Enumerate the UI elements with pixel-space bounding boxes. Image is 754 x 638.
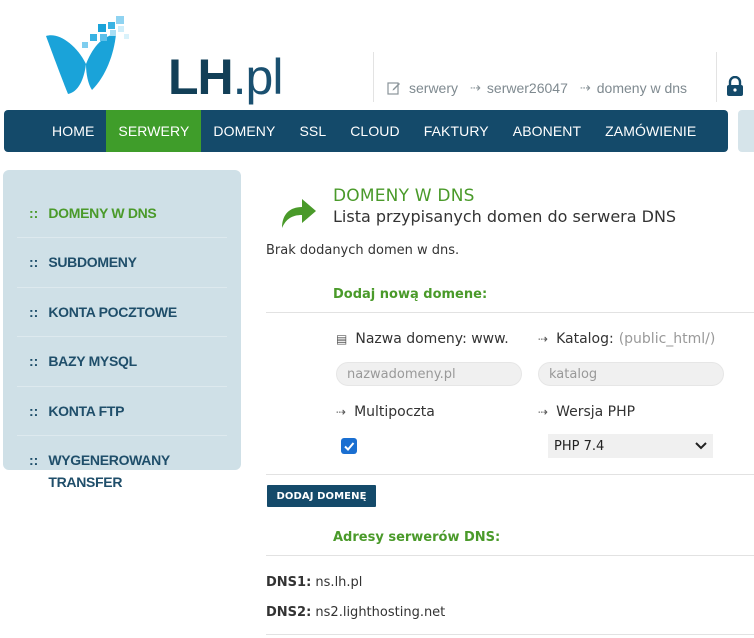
add-domain-button[interactable]: DODAJ DOMENĘ [267,485,376,507]
bullet-icon: :: [29,451,39,468]
nav-item-ssl[interactable]: SSL [287,110,338,152]
nav-item-subscriber[interactable]: ABONENT [501,110,593,152]
header-divider [716,52,717,102]
bullet-icon: :: [29,254,39,271]
bullet-icon: :: [29,402,39,419]
directory-hint: (public_html/) [618,331,716,347]
sidebar-item-ftp-accounts[interactable]: :: KONTA FTP [17,387,227,436]
dns-row-2: DNS2: ns2.lighthosting.net [266,605,445,620]
directory-label-text: Katalog: [556,331,614,347]
dns-key: DNS1: [266,575,312,590]
divider [266,474,754,475]
sidebar-item-dns-domains[interactable]: :: DOMENY W DNS [17,190,227,239]
nav-item-servers[interactable]: SERWERY [106,110,202,152]
domain-name-input[interactable] [336,362,522,386]
sidebar-item-label: KONTA POCZTOWE [48,303,177,320]
sidebar-item-subdomains[interactable]: :: SUBDOMENY [17,238,227,288]
breadcrumb-label: serwer26047 [486,80,568,96]
logo-wordmark: LH.pl [168,49,284,105]
sidebar-item-mail-accounts[interactable]: :: KONTA POCZTOWE [17,288,227,338]
divider [266,634,754,635]
php-version-label: ⇢ Wersja PHP [538,404,635,420]
breadcrumb: serwery ⇢ serwer26047 ⇢ domeny w dns [387,80,687,96]
add-domain-heading: Dodaj nową domene: [333,287,488,302]
multimail-label: ⇢ Multipoczta [336,404,435,420]
arrow-right-icon: ⇢ [336,405,347,419]
directory-input[interactable] [538,362,724,386]
directory-label: ⇢ Katalog: (public_html/) [538,331,715,347]
breadcrumb-label: serwery [409,80,459,96]
sidebar-item-label: KONTA FTP [48,402,125,419]
multimail-label-text: Multipoczta [354,404,435,420]
divider [266,555,754,556]
forward-arrow-icon [282,199,316,228]
page-title: DOMENY W DNS [333,186,475,206]
arrow-right-icon: ⇢ [579,80,591,95]
nav-secondary-edge [738,110,754,152]
checkmark-icon [344,442,355,451]
breadcrumb-item-dns-domains: domeny w dns [597,80,687,96]
edit-icon [387,82,400,95]
divider [266,312,754,313]
nav-item-invoices[interactable]: FAKTURY [412,110,501,152]
php-version-select[interactable]: PHP 7.4 [548,434,713,458]
chevron-down-icon [695,442,707,450]
php-version-label-text: Wersja PHP [556,404,636,420]
breadcrumb-label: domeny w dns [596,80,688,96]
bullet-icon: :: [29,205,39,221]
domain-name-label: ▤ Nazwa domeny: www. [336,331,509,347]
dns-servers-heading: Adresy serwerów DNS: [333,530,501,545]
nav-item-home[interactable]: HOME [40,110,106,152]
domain-name-label-text: Nazwa domeny: www. [355,331,509,347]
nav-item-domains[interactable]: DOMENY [201,110,287,152]
multimail-checkbox[interactable] [341,438,357,454]
breadcrumb-item-servers[interactable]: serwery [387,80,458,96]
lh-logo[interactable]: LH.pl [38,14,288,102]
breadcrumb-item-server[interactable]: serwer26047 [487,80,568,96]
sidebar: :: DOMENY W DNS :: SUBDOMENY :: KONTA PO… [3,170,241,490]
dns-value: ns.lh.pl [315,575,363,590]
sidebar-item-label: BAZY MYSQL [48,353,137,370]
dns-row-1: DNS1: ns.lh.pl [266,575,362,590]
php-version-value: PHP 7.4 [554,438,605,454]
arrow-right-icon: ⇢ [470,80,481,95]
butterfly-logo-icon [46,16,129,94]
bullet-icon: :: [29,303,39,320]
sidebar-item-label: SUBDOMENY [48,254,137,271]
sidebar-item-label: DOMENY W DNS [48,205,157,221]
empty-state-message: Brak dodanych domen w dns. [266,243,460,258]
document-icon: ▤ [336,332,348,346]
dns-value: ns2.lighthosting.net [315,605,446,620]
sidebar-item-mysql-databases[interactable]: :: BAZY MYSQL [17,337,227,387]
dns-key: DNS2: [266,605,312,620]
page-subtitle: Lista przypisanych domen do serwera DNS [333,207,677,226]
logo-suffix: .pl [232,49,284,105]
arrow-right-icon: ⇢ [538,332,549,346]
logo-text: LH [168,49,234,105]
main-nav: HOME SERWERY DOMENY SSL CLOUD FAKTURY AB… [4,110,728,152]
lock-icon[interactable] [726,76,744,96]
nav-item-cloud[interactable]: CLOUD [338,110,412,152]
header-divider [373,52,374,102]
bullet-icon: :: [29,353,39,370]
nav-item-order[interactable]: ZAMÓWIENIE [593,110,708,152]
sidebar-item-transfer[interactable]: :: WYGENEROWANY TRANSFER [17,436,227,507]
arrow-right-icon: ⇢ [538,405,549,419]
sidebar-item-label: WYGENEROWANY TRANSFER [48,451,170,491]
